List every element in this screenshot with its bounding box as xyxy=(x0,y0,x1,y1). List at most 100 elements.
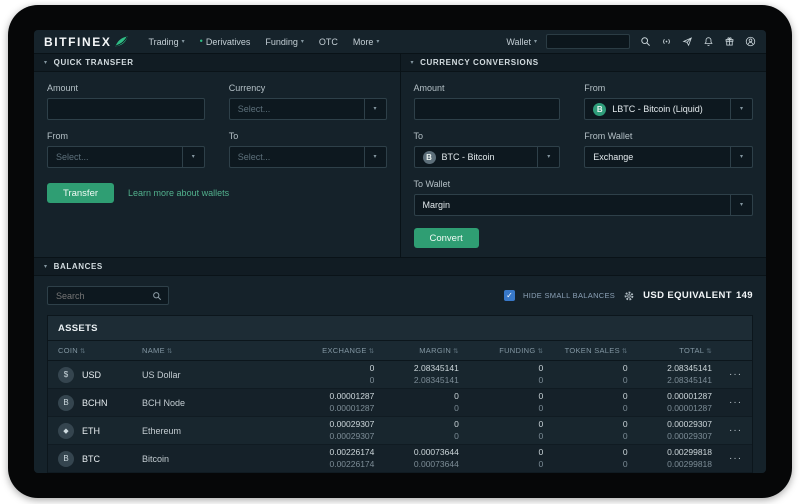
topbar: BITFINEX Trading ▾ • Derivatives Funding… xyxy=(34,30,766,54)
brand-text: BITFINEX xyxy=(44,34,112,49)
leaf-icon xyxy=(115,36,128,47)
search-icon[interactable] xyxy=(639,36,651,48)
main-menu: Trading ▾ • Derivatives Funding ▾ OTC Mo… xyxy=(148,37,379,47)
btc-coin-icon: B xyxy=(422,150,436,164)
chevron-down-icon: ▾ xyxy=(300,38,304,45)
nav-item-derivatives[interactable]: • Derivatives xyxy=(200,37,251,47)
chevron-down-icon: ▾ xyxy=(373,106,377,112)
chevron-down-icon: ▾ xyxy=(739,202,743,208)
assets-table-header: COIN ⇅ NAME ⇅ EXCHANGE ⇅ MARGIN ⇅ FUNDING ⇅ T… xyxy=(48,340,752,361)
nav-item-more[interactable]: More ▾ xyxy=(353,37,380,47)
col-header-total[interactable]: TOTAL ⇅ xyxy=(628,346,712,355)
broadcast-icon[interactable] xyxy=(660,36,672,48)
profile-icon[interactable] xyxy=(744,36,756,48)
usd-coin-icon: $ xyxy=(58,366,74,383)
sort-icon: ⇅ xyxy=(79,347,86,355)
balances-panel: ▾ BALANCES ✓ HIDE SMALL BALANCES xyxy=(34,258,766,473)
sort-icon: ⇅ xyxy=(706,347,713,355)
search-icon xyxy=(153,291,162,300)
topbar-right: Wallet ▾ xyxy=(506,34,756,49)
cc-amount-field: Amount xyxy=(413,83,561,120)
bell-icon[interactable] xyxy=(702,36,714,48)
nav-item-otc[interactable]: OTC xyxy=(319,37,338,47)
col-header-exchange[interactable]: EXCHANGE ⇅ xyxy=(290,346,374,355)
assets-section-header: ASSETS xyxy=(48,316,752,340)
hide-small-balances-label: HIDE SMALL BALANCES xyxy=(522,291,616,300)
row-menu-button[interactable]: ··· xyxy=(712,453,742,464)
screen: BITFINEX Trading ▾ • Derivatives Funding… xyxy=(34,30,766,473)
eth-coin-icon: ◆ xyxy=(58,422,74,439)
table-row-btc: B BTC Bitcoin 0.00226174 0.00226174 0.0007… xyxy=(48,445,752,473)
cc-to-field: To B BTC - Bitcoin ▾ xyxy=(413,131,561,168)
row-menu-button[interactable]: ··· xyxy=(712,425,742,436)
quick-transfer-header[interactable]: ▾ QUICK TRANSFER xyxy=(34,54,400,72)
cc-from-wallet-field: From Wallet Exchange ▾ xyxy=(584,131,753,168)
top-panels: ▾ QUICK TRANSFER Amount Currency Select.… xyxy=(34,54,766,258)
learn-more-link[interactable]: Learn more about wallets xyxy=(128,188,229,198)
cc-to-select[interactable]: B BTC - Bitcoin ▾ xyxy=(413,146,561,168)
chevron-down-icon: ▾ xyxy=(533,38,537,45)
col-header-margin[interactable]: MARGIN ⇅ xyxy=(374,346,458,355)
col-header-name[interactable]: NAME ⇅ xyxy=(142,346,290,355)
currency-conversions-panel: ▾ CURRENCY CONVERSIONS Amount From B LBT… xyxy=(400,54,766,257)
chevron-down-icon: ▾ xyxy=(547,154,551,160)
wallet-menu[interactable]: Wallet ▾ xyxy=(506,37,537,47)
balances-search xyxy=(47,286,169,305)
chevron-down-icon: ▾ xyxy=(739,106,743,112)
row-menu-button[interactable]: ··· xyxy=(712,397,742,408)
bchn-coin-icon: B xyxy=(58,394,74,411)
col-header-funding[interactable]: FUNDING ⇅ xyxy=(459,346,543,355)
qt-from-field: From Select... ▾ xyxy=(47,131,205,168)
lbtc-coin-icon: B xyxy=(593,102,607,116)
table-row-usd: $ USD US Dollar 00 2.08345141 2.08345141 0… xyxy=(48,361,752,389)
send-icon[interactable] xyxy=(681,36,693,48)
qt-amount-input[interactable] xyxy=(47,98,205,120)
col-header-token-sales[interactable]: TOKEN SALES ⇅ xyxy=(543,346,628,355)
topbar-search-input[interactable] xyxy=(546,34,630,49)
cc-from-select[interactable]: B LBTC - Bitcoin (Liquid) ▾ xyxy=(584,98,753,120)
btc-coin-icon: B xyxy=(58,450,74,467)
chevron-down-icon: ▾ xyxy=(191,154,195,160)
qt-to-field: To Select... ▾ xyxy=(228,131,387,168)
qt-currency-select[interactable]: Select... ▾ xyxy=(228,98,387,120)
assets-table-body: $ USD US Dollar 00 2.08345141 2.08345141 0… xyxy=(48,361,752,473)
chevron-down-icon: ▾ xyxy=(373,154,377,160)
row-menu-button[interactable]: ··· xyxy=(712,369,742,380)
collapse-chevron-icon: ▾ xyxy=(410,59,415,66)
gear-icon[interactable] xyxy=(623,290,635,302)
quick-transfer-panel: ▾ QUICK TRANSFER Amount Currency Select.… xyxy=(34,54,401,257)
col-header-coin[interactable]: COIN ⇅ xyxy=(58,346,142,355)
cc-from-field: From B LBTC - Bitcoin (Liquid) ▾ xyxy=(584,83,753,120)
qt-to-select[interactable]: Select... ▾ xyxy=(228,146,387,168)
chevron-down-icon: ▾ xyxy=(739,154,743,160)
usd-equivalent[interactable]: USD EQUIVALENT 149 xyxy=(643,290,753,301)
hide-small-balances-checkbox[interactable]: ✓ xyxy=(503,290,515,301)
balances-controls: ✓ HIDE SMALL BALANCES USD EQUIVALENT 149 xyxy=(34,276,766,314)
assets-table: ASSETS COIN ⇅ NAME ⇅ EXCHANGE ⇅ MARGIN ⇅ FUN… xyxy=(47,315,753,473)
balances-search-input[interactable] xyxy=(54,289,148,302)
qt-currency-field: Currency Select... ▾ xyxy=(228,83,387,120)
cc-to-wallet-field: To Wallet Margin ▾ xyxy=(413,179,753,216)
collapse-chevron-icon: ▾ xyxy=(44,263,48,270)
currency-conversions-header[interactable]: ▾ CURRENCY CONVERSIONS xyxy=(400,54,766,72)
gift-icon[interactable] xyxy=(723,36,735,48)
qt-amount-field: Amount xyxy=(47,83,205,120)
collapse-chevron-icon: ▾ xyxy=(44,59,48,66)
cc-from-wallet-select[interactable]: Exchange ▾ xyxy=(584,146,753,168)
table-row-bchn: B BCHN BCH Node 0.00001287 0.00001287 00 0… xyxy=(48,389,752,417)
check-icon: ✓ xyxy=(506,291,513,300)
tablet-frame: BITFINEX Trading ▾ • Derivatives Funding… xyxy=(8,5,792,498)
transfer-button[interactable]: Transfer xyxy=(47,183,115,203)
derivatives-active-dot-icon: • xyxy=(199,36,203,46)
nav-item-funding[interactable]: Funding ▾ xyxy=(265,37,304,47)
convert-button[interactable]: Convert xyxy=(413,228,479,248)
sort-icon: ⇅ xyxy=(166,347,173,355)
cc-to-wallet-select[interactable]: Margin ▾ xyxy=(413,194,753,216)
nav-item-trading[interactable]: Trading ▾ xyxy=(148,37,184,47)
qt-from-select[interactable]: Select... ▾ xyxy=(47,146,205,168)
cc-amount-input[interactable] xyxy=(413,98,561,120)
bitfinex-logo[interactable]: BITFINEX xyxy=(44,35,128,49)
table-row-eth: ◆ ETH Ethereum 0.00029307 0.00029307 00 00… xyxy=(48,417,752,445)
chevron-down-icon: ▾ xyxy=(181,38,185,45)
balances-header[interactable]: ▾ BALANCES xyxy=(34,258,766,276)
